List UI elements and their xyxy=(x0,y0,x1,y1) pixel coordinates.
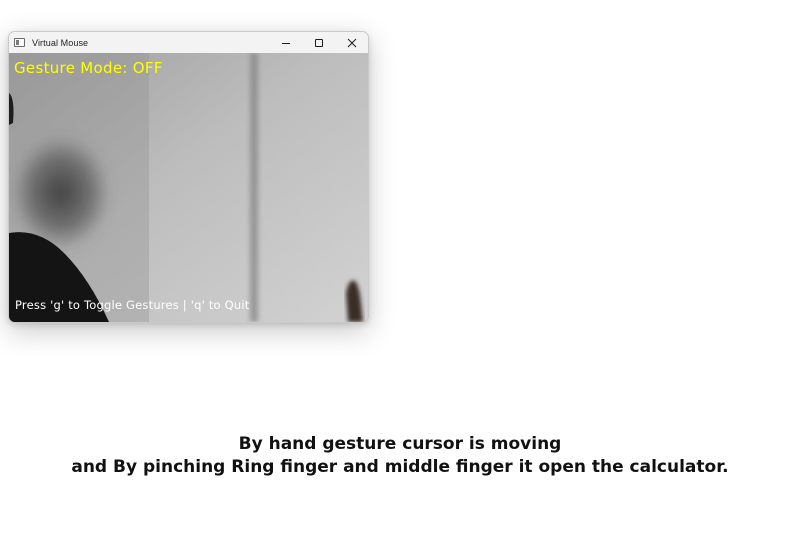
close-icon xyxy=(347,38,356,47)
caption: By hand gesture cursor is moving and By … xyxy=(0,433,800,479)
title-bar[interactable]: Virtual Mouse xyxy=(9,32,368,53)
screen: Virtual Mouse Gesture Mode: OFF Press 'g… xyxy=(0,0,800,543)
window-controls xyxy=(269,32,368,53)
minimize-icon xyxy=(281,42,290,44)
camera-frame-image xyxy=(9,53,368,322)
minimize-button[interactable] xyxy=(269,32,302,53)
window-title: Virtual Mouse xyxy=(32,37,89,48)
keyboard-instructions: Press 'g' to Toggle Gestures | 'q' to Qu… xyxy=(15,298,250,312)
virtual-mouse-window[interactable]: Virtual Mouse Gesture Mode: OFF Press 'g… xyxy=(8,31,369,323)
gesture-mode-status: Gesture Mode: OFF xyxy=(14,59,163,77)
close-button[interactable] xyxy=(335,32,368,53)
camera-feed: Gesture Mode: OFF Press 'g' to Toggle Ge… xyxy=(9,53,368,322)
caption-line-1: By hand gesture cursor is moving xyxy=(238,434,562,454)
app-window-icon xyxy=(14,38,25,47)
caption-line-2: and By pinching Ring finger and middle f… xyxy=(71,457,729,477)
maximize-button[interactable] xyxy=(302,32,335,53)
maximize-icon xyxy=(314,38,323,47)
